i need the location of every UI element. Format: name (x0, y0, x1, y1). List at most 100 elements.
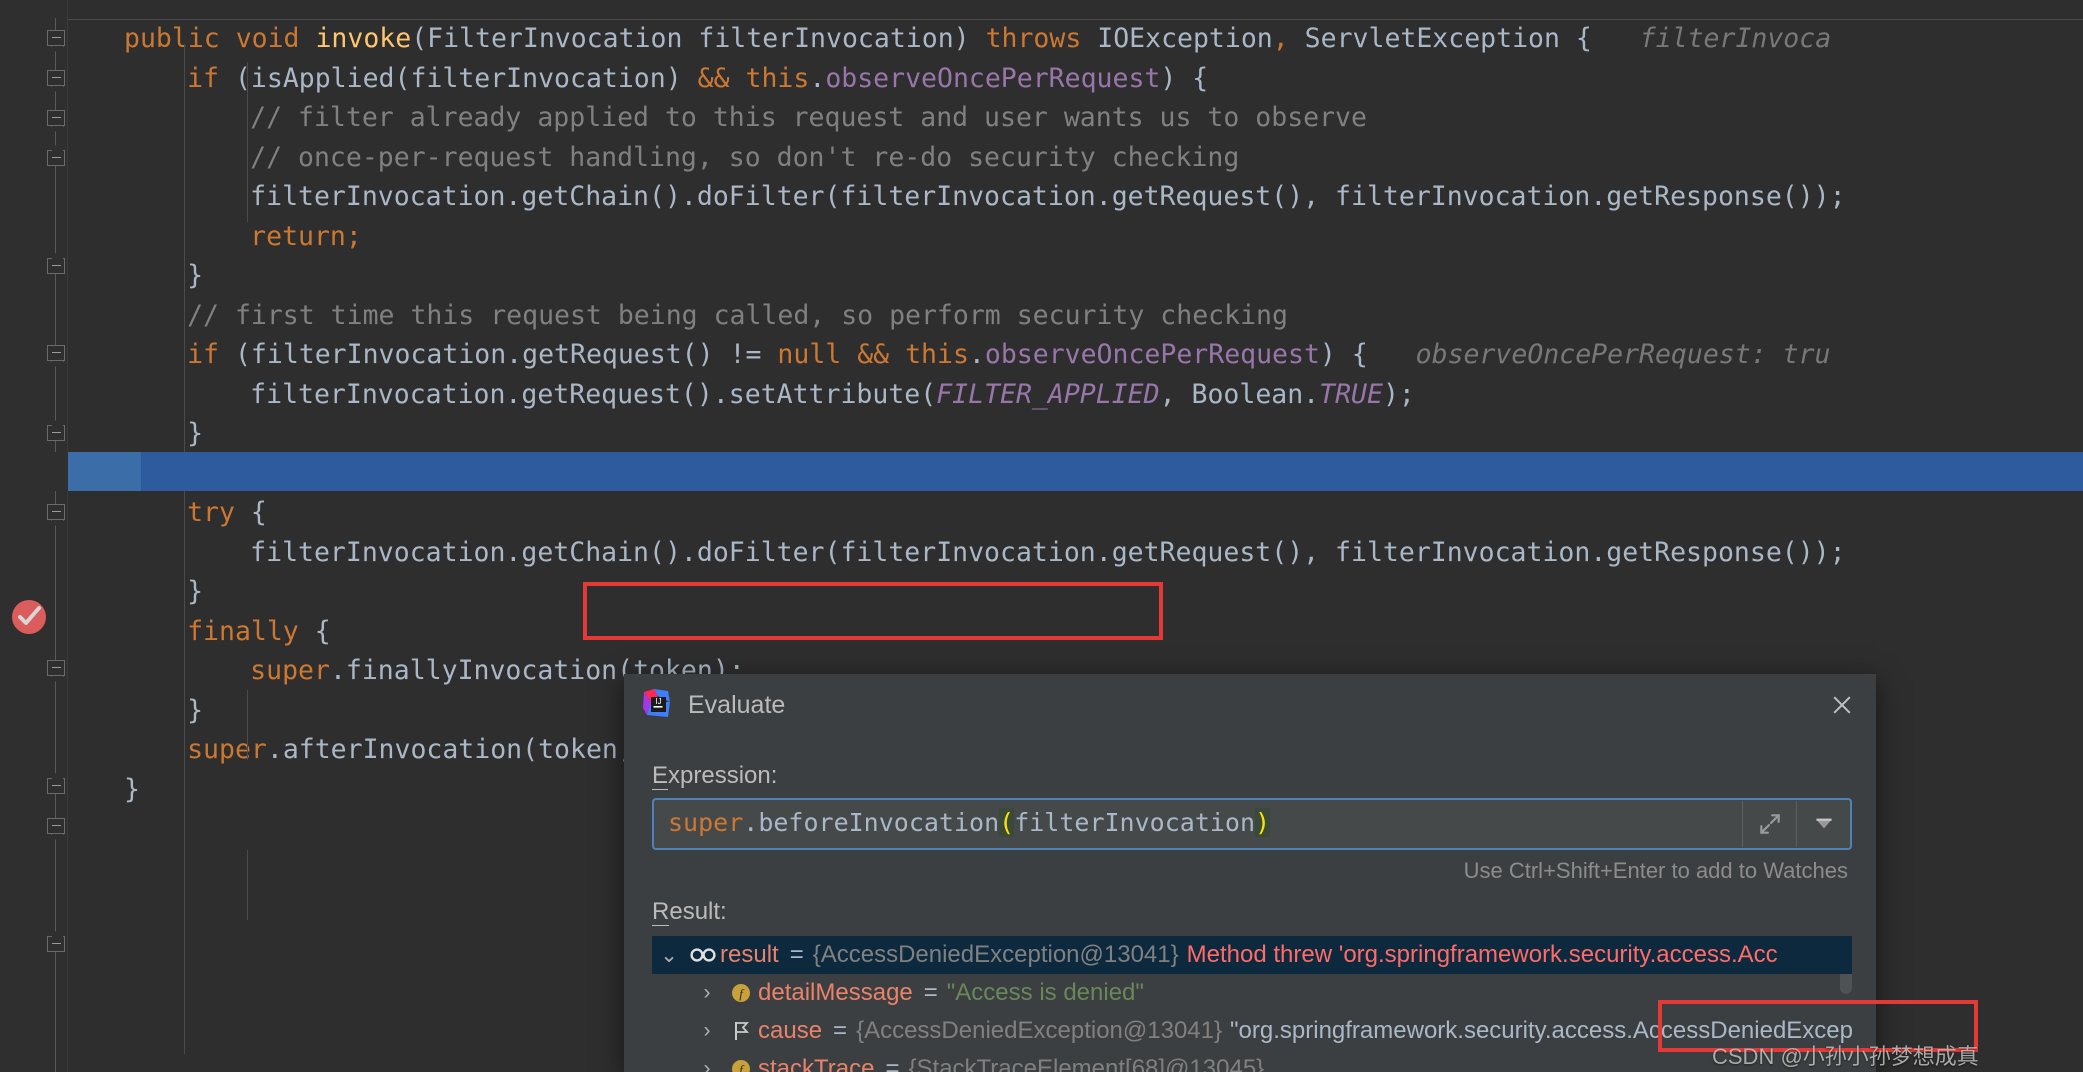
code-token: } (187, 576, 204, 607)
code-line[interactable]: return; (68, 217, 2083, 257)
fold-marker[interactable] (47, 778, 65, 794)
code-token: IOException (1097, 23, 1273, 54)
code-token: } (124, 773, 140, 805)
fold-marker[interactable] (47, 425, 65, 441)
code-token: { (314, 615, 331, 647)
expression-token: ( (999, 808, 1015, 837)
code-line[interactable]: filterInvocation.getChain().doFilter(fil… (68, 177, 2083, 217)
exec-line-gutter (0, 451, 68, 491)
code-line[interactable]: // filter already applied to this reques… (68, 98, 2083, 138)
code-token: != (729, 339, 778, 370)
code-line[interactable]: filterInvocation.getChain().doFilter(fil… (68, 533, 2083, 573)
code-line[interactable]: // first time this request being called,… (68, 296, 2083, 336)
fold-marker[interactable] (47, 345, 65, 361)
expression-token: filterInvocation (1014, 808, 1256, 837)
code-token: } (187, 694, 204, 726)
cause-icon (724, 1019, 758, 1043)
fold-marker[interactable] (47, 258, 65, 274)
expand-icon[interactable]: › (690, 981, 724, 1005)
expand-icon[interactable]: › (690, 1057, 724, 1072)
variable-value: "org.springframework.security.access.Acc… (1230, 1017, 1852, 1044)
fold-marker[interactable] (47, 660, 65, 676)
indent-guide (247, 62, 249, 222)
exec-line-indent (68, 451, 141, 491)
code-token: if (187, 62, 235, 94)
expression-token: super (668, 808, 744, 837)
dialog-title-bar[interactable]: IJ Evaluate (624, 674, 1876, 734)
fold-marker[interactable] (47, 110, 65, 126)
result-tree[interactable]: ⌄ result = {AccessDeniedException@13041} Met… (652, 936, 1852, 1072)
code-line[interactable]: // once-per-request handling, so don't r… (68, 138, 2083, 178)
indent-guide (184, 44, 186, 1054)
code-token: . (809, 62, 826, 94)
code-line[interactable]: public void invoke(FilterInvocation filt… (68, 19, 2083, 59)
code-token: filterInvocation.getRequest().setAttribu… (250, 378, 937, 410)
code-token: invoke (315, 23, 412, 54)
expand-icon[interactable]: › (690, 1019, 724, 1043)
result-tree-row[interactable]: › f stackTrace = {StackTraceElement[68]@1304… (652, 1050, 1852, 1072)
expand-editor-icon[interactable] (1742, 801, 1796, 847)
code-token: // filter already applied to this reques… (250, 102, 1367, 133)
expression-text: super.beforeInvocation(filterInvocation) (668, 808, 1271, 837)
indent-guide (247, 850, 249, 920)
code-token: , (1272, 23, 1289, 54)
variable-type: {AccessDeniedException@13041} (812, 941, 1179, 968)
code-token: } (187, 260, 204, 291)
equals-sign: = (923, 979, 938, 1006)
code-token: && (857, 339, 906, 370)
code-folding-column[interactable] (44, 0, 68, 1072)
close-icon[interactable] (1825, 688, 1859, 722)
fold-marker[interactable] (47, 150, 65, 166)
expression-input[interactable]: super.beforeInvocation(filterInvocation) (652, 798, 1852, 850)
glasses-icon (686, 946, 720, 964)
expression-label: Expression: (652, 762, 778, 790)
code-token: } (187, 418, 204, 449)
code-token: .afterInvocation(token, (266, 734, 650, 765)
code-line[interactable]: } (68, 256, 2083, 296)
variable-type: {StackTraceElement[68]@13045} (908, 1055, 1265, 1072)
code-token: Boolean. (1191, 378, 1320, 410)
code-token: (FilterInvocation filterInvocation) (411, 23, 986, 54)
fold-marker[interactable] (47, 30, 65, 46)
breakpoint-verified-icon[interactable] (12, 600, 46, 634)
indent-guide (247, 690, 249, 760)
code-token: (isApplied(filterInvocation) (234, 62, 698, 94)
code-token: public (124, 23, 236, 54)
code-line[interactable]: if (isApplied(filterInvocation) && this.… (68, 59, 2083, 99)
fold-marker[interactable] (47, 504, 65, 520)
code-token: ServletException { (1288, 23, 1592, 54)
fold-marker[interactable] (47, 936, 65, 952)
code-token: observeOncePerRequest (825, 62, 1161, 94)
svg-text:IJ: IJ (655, 697, 661, 706)
code-token: // once-per-request handling, so don't r… (250, 141, 1240, 173)
result-tree-row[interactable]: › cause = {AccessDeniedException@13041} "org… (652, 1012, 1853, 1050)
code-token: filterInvocation.getChain().doFilter(fil… (250, 536, 1846, 568)
code-token: this (905, 339, 969, 370)
collapse-icon[interactable]: ⌄ (652, 943, 686, 968)
code-token: this (745, 62, 810, 94)
code-line[interactable]: if (filterInvocation.getRequest() != nul… (68, 335, 2083, 375)
code-token: try (187, 497, 251, 528)
code-token: ) { (1160, 62, 1209, 94)
fold-marker[interactable] (47, 70, 65, 86)
variable-name: stackTrace (758, 1055, 875, 1072)
history-dropdown-icon[interactable] (1796, 801, 1850, 847)
code-line[interactable]: } (68, 414, 2083, 454)
result-tree-row[interactable]: ⌄ result = {AccessDeniedException@13041} Met… (652, 936, 1852, 974)
code-token: TRUE (1319, 378, 1383, 410)
code-line[interactable]: finally { (68, 612, 2083, 652)
fold-marker[interactable] (47, 818, 65, 834)
code-line[interactable]: filterInvocation.getRequest().setAttribu… (68, 375, 2083, 415)
code-token: if (187, 339, 235, 370)
code-token: FILTER_APPLIED (936, 378, 1160, 410)
evaluate-dialog[interactable]: IJ Evaluate Expression: super.beforeInvo… (624, 674, 1876, 1072)
code-line[interactable]: try { (68, 493, 2083, 533)
code-line[interactable]: } (68, 572, 2083, 612)
code-token: super (250, 655, 330, 686)
code-token: observeOncePerRequest (984, 339, 1320, 370)
result-tree-row[interactable]: › f detailMessage = "Access is denied" (652, 974, 1852, 1012)
code-token: { (250, 497, 267, 528)
code-token: void (235, 23, 316, 54)
code-token: filterInvoca (1591, 23, 1832, 54)
code-token: observeOncePerRequest: tru (1367, 339, 1831, 370)
